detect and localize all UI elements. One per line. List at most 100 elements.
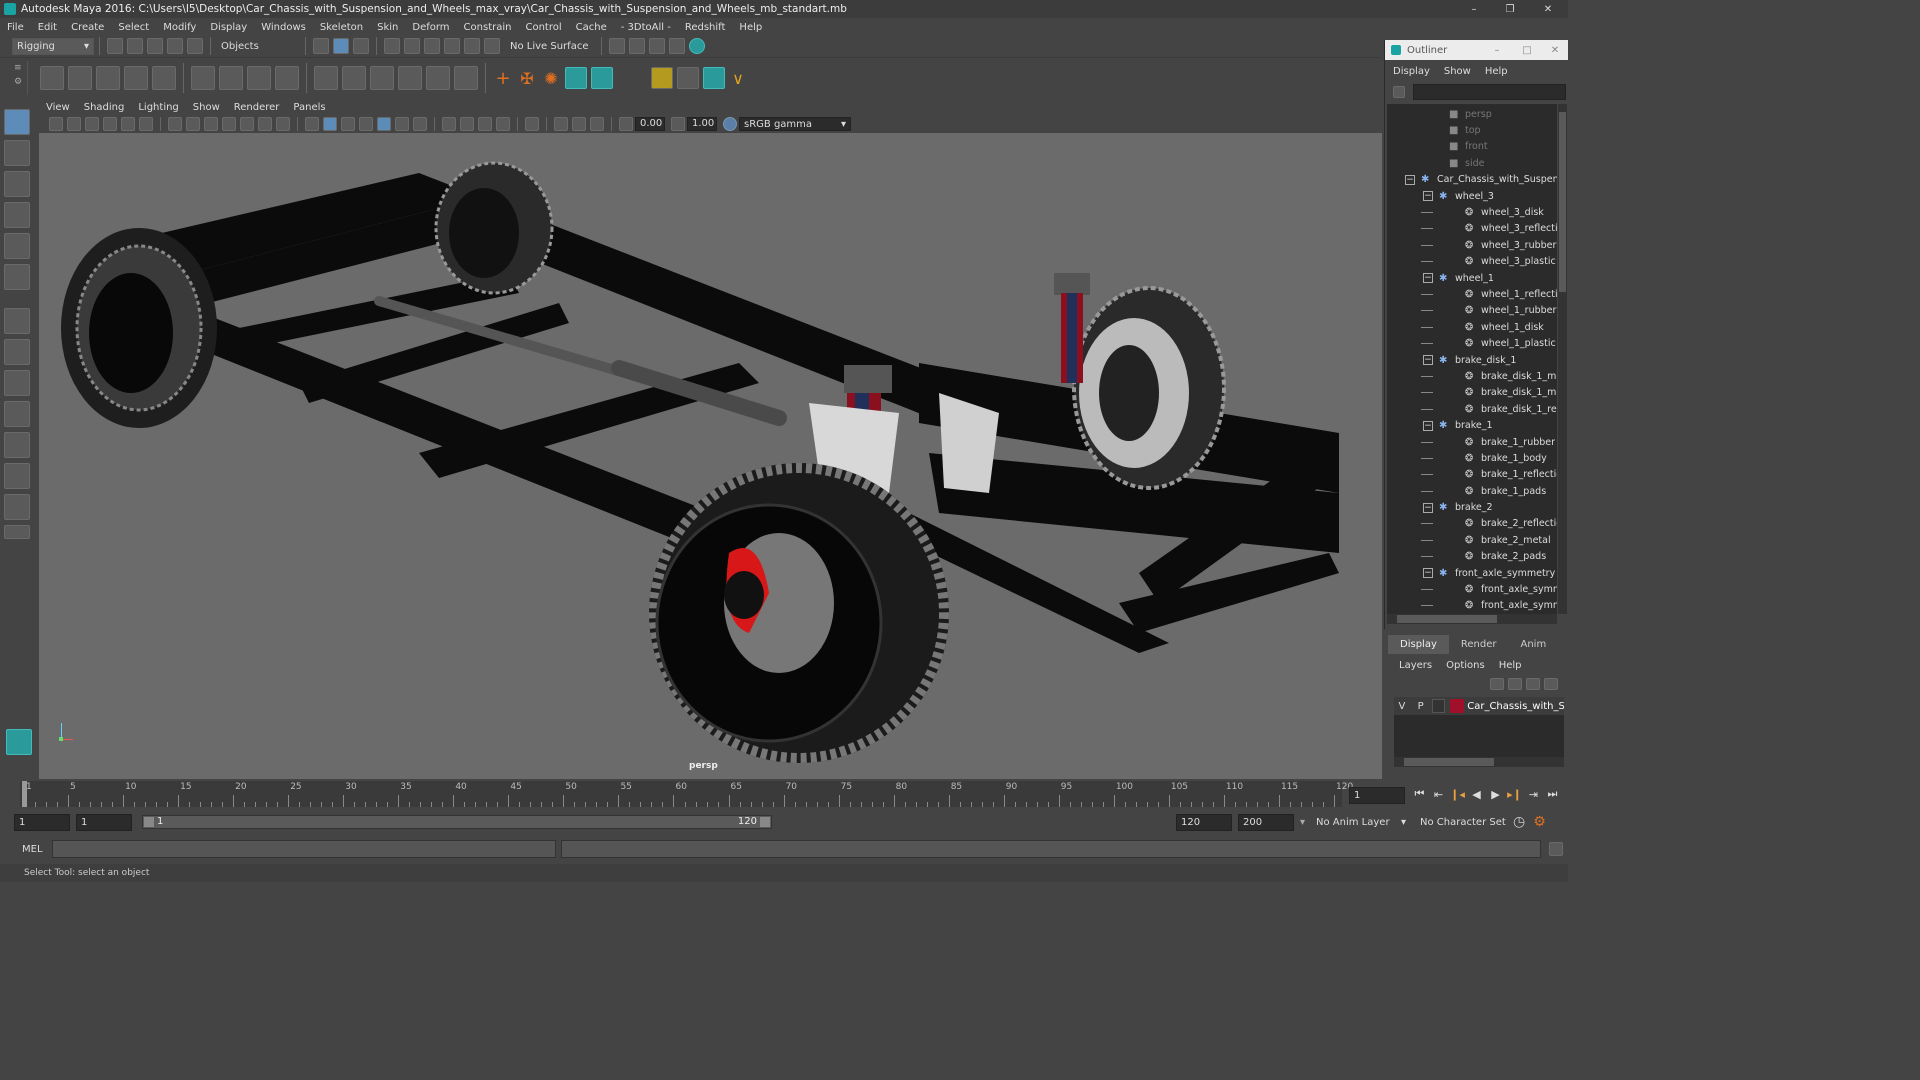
- four-pane-layout-icon[interactable]: [4, 339, 30, 365]
- outliner-menu-show[interactable]: Show: [1437, 66, 1478, 77]
- outliner-close-icon[interactable]: ✕: [1542, 45, 1568, 56]
- rotate-tool-icon[interactable]: [4, 233, 30, 259]
- mirror-joint-icon[interactable]: [152, 66, 176, 90]
- panel-menu-show[interactable]: Show: [186, 102, 227, 113]
- hypershade-icon[interactable]: [689, 38, 706, 54]
- panel-menu-lighting[interactable]: Lighting: [131, 102, 185, 113]
- layer-menu-options[interactable]: Options: [1439, 660, 1492, 671]
- outliner-item[interactable]: ❂ front_axle_symmetry: [1387, 598, 1557, 614]
- collapse-toggle-icon[interactable]: −: [1405, 174, 1415, 185]
- tab-render[interactable]: Render: [1449, 635, 1509, 654]
- menu-cache[interactable]: Cache: [569, 22, 614, 33]
- cluster-icon[interactable]: [219, 66, 243, 90]
- xray-icon[interactable]: [554, 117, 568, 131]
- influence-icon[interactable]: [454, 66, 478, 90]
- go-to-start-icon[interactable]: ⏮: [1410, 787, 1429, 801]
- use-all-lights-icon[interactable]: [395, 117, 409, 131]
- quick-rig-icon[interactable]: [591, 67, 613, 89]
- live-surface-label[interactable]: No Live Surface: [510, 41, 588, 52]
- ambient-occlusion-icon[interactable]: [442, 117, 456, 131]
- bookmark-icon[interactable]: [85, 117, 99, 131]
- camera-select-icon[interactable]: [49, 117, 63, 131]
- point-constraint-icon[interactable]: +: [491, 68, 515, 89]
- snap-live-icon[interactable]: [484, 38, 500, 54]
- layer-type-toggle[interactable]: [1431, 699, 1446, 713]
- textured-icon[interactable]: [377, 117, 391, 131]
- panel-menu-shading[interactable]: Shading: [77, 102, 132, 113]
- open-scene-icon[interactable]: [127, 38, 143, 54]
- render-settings-icon[interactable]: [609, 38, 626, 54]
- menu-3dtoall[interactable]: - 3DtoAll -: [614, 22, 678, 33]
- new-empty-layer-icon[interactable]: [1526, 678, 1540, 690]
- outliner-item[interactable]: − ✱ brake_2: [1387, 499, 1557, 515]
- smooth-shade-icon[interactable]: [323, 117, 337, 131]
- range-end-handle[interactable]: [760, 817, 770, 827]
- outliner-item[interactable]: ❂ wheel_3_disk: [1387, 204, 1557, 220]
- outliner-item[interactable]: ■ front: [1387, 139, 1557, 155]
- go-to-end-icon[interactable]: ⏭: [1543, 787, 1562, 801]
- outliner-item[interactable]: ❂ brake_1_reflection: [1387, 467, 1557, 483]
- menu-help[interactable]: Help: [732, 22, 769, 33]
- gate-mask-icon[interactable]: [222, 117, 236, 131]
- outliner-item[interactable]: − ✱ front_axle_symmetry: [1387, 565, 1557, 581]
- minimize-icon[interactable]: –: [1456, 4, 1492, 15]
- default-material-icon[interactable]: [341, 117, 355, 131]
- more-layouts-icon[interactable]: [4, 525, 30, 539]
- move-tool-icon[interactable]: [4, 202, 30, 228]
- outliner-item[interactable]: ❂ wheel_3_reflection: [1387, 221, 1557, 237]
- layer-color-swatch[interactable]: [1450, 699, 1465, 713]
- view-transform-dropdown[interactable]: sRGB gamma ▾: [739, 117, 851, 131]
- play-forward-icon[interactable]: ▶: [1486, 788, 1505, 801]
- outliner-item[interactable]: ❂ wheel_1_reflection: [1387, 286, 1557, 302]
- command-language-label[interactable]: MEL: [22, 844, 52, 855]
- select-by-object-icon[interactable]: [333, 38, 349, 54]
- undo-icon[interactable]: [167, 38, 183, 54]
- outliner-menu-display[interactable]: Display: [1386, 66, 1437, 77]
- exposure-icon[interactable]: [619, 117, 633, 131]
- menu-skin[interactable]: Skin: [370, 22, 405, 33]
- outliner-item[interactable]: ❂ front_axle_symmetry: [1387, 581, 1557, 597]
- menu-windows[interactable]: Windows: [254, 22, 313, 33]
- animation-end-field[interactable]: 200: [1238, 813, 1294, 831]
- panel-menu-renderer[interactable]: Renderer: [227, 102, 287, 113]
- character-set-dropdown[interactable]: No Character Set: [1415, 813, 1512, 831]
- layer-menu-layers[interactable]: Layers: [1392, 660, 1439, 671]
- outliner-item[interactable]: ❂ brake_1_body: [1387, 450, 1557, 466]
- wireframe-on-shaded-icon[interactable]: [359, 117, 373, 131]
- menuset-dropdown[interactable]: Rigging ▾: [12, 37, 94, 55]
- layer-visibility-toggle[interactable]: V: [1394, 701, 1410, 712]
- single-pane-layout-icon[interactable]: [4, 308, 30, 334]
- xray-joints-icon[interactable]: [590, 117, 604, 131]
- collapse-toggle-icon[interactable]: −: [1423, 191, 1433, 202]
- menu-create[interactable]: Create: [64, 22, 111, 33]
- outliner-item[interactable]: ❂ wheel_1_rubber: [1387, 303, 1557, 319]
- collapse-toggle-icon[interactable]: −: [1423, 355, 1433, 366]
- outliner-item[interactable]: −✱ Car_Chassis_with_Suspensio: [1387, 172, 1557, 188]
- menu-deform[interactable]: Deform: [405, 22, 456, 33]
- step-back-key-icon[interactable]: ⇤: [1429, 788, 1448, 801]
- snap-view-plane-icon[interactable]: [444, 38, 460, 54]
- playback-start-field[interactable]: 1: [76, 813, 132, 831]
- orient-constraint-icon[interactable]: ✺: [539, 69, 563, 88]
- outliner-item[interactable]: ❂ brake_disk_1_reflecti: [1387, 401, 1557, 417]
- outliner-item[interactable]: ❂ brake_2_pads: [1387, 549, 1557, 565]
- move-layer-up-icon[interactable]: [1490, 678, 1504, 690]
- timeline-track[interactable]: 1 5 10 15 20 25 30 35 40 45 50 55 60 65 70 75 80 85 90 95 10…: [20, 781, 1353, 807]
- viewport-3d[interactable]: persp: [39, 133, 1382, 779]
- resolution-gate-icon[interactable]: [204, 117, 218, 131]
- outliner-item[interactable]: ❂ brake_disk_1_metal_: [1387, 385, 1557, 401]
- layer-row[interactable]: V P Car_Chassis_with_Susp: [1394, 697, 1564, 715]
- layer-playback-toggle[interactable]: P: [1410, 701, 1432, 712]
- new-layer-selected-icon[interactable]: [1544, 678, 1558, 690]
- human-ik-icon[interactable]: [565, 67, 587, 89]
- outliner-item[interactable]: ❂ wheel_3_rubber: [1387, 237, 1557, 253]
- shelf-tab-toggle[interactable]: ≡ ⚙: [14, 61, 28, 95]
- restore-icon[interactable]: ❐: [1492, 4, 1528, 15]
- collapse-toggle-icon[interactable]: −: [1423, 273, 1433, 284]
- current-frame-field[interactable]: 1: [1349, 787, 1405, 804]
- auto-keyframe-icon[interactable]: ◷: [1513, 814, 1525, 830]
- lasso-tool-icon[interactable]: [4, 140, 30, 166]
- outliner-item[interactable]: − ✱ wheel_3: [1387, 188, 1557, 204]
- snap-point-icon[interactable]: [424, 38, 440, 54]
- xray-active-icon[interactable]: [572, 117, 586, 131]
